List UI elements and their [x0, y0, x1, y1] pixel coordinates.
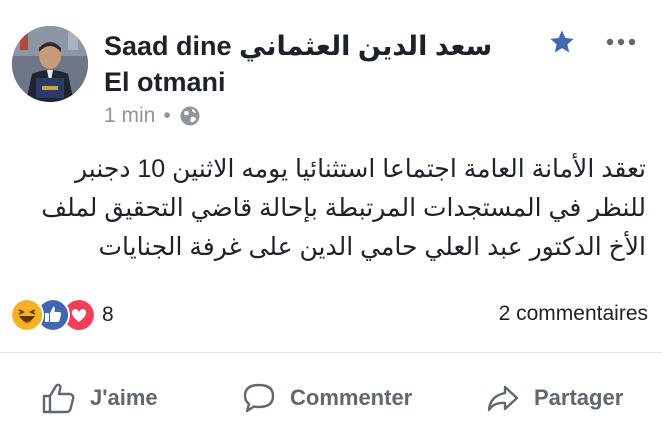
avatar-photo — [12, 26, 88, 102]
comment-button[interactable]: Commenter — [240, 372, 412, 424]
post-meta: 1 min • — [104, 104, 201, 128]
post-body-line: الأخ الدكتور عبد العلي حامي الدين على غر… — [98, 233, 646, 261]
comment-bubble-icon — [243, 383, 275, 413]
like-label: J'aime — [90, 385, 158, 410]
avatar[interactable] — [12, 26, 88, 102]
comments-count-link[interactable]: 2 commentaires — [499, 302, 648, 326]
globe-icon[interactable] — [179, 105, 201, 127]
thumbs-up-icon — [42, 383, 75, 414]
share-label: Partager — [534, 385, 624, 410]
share-button[interactable]: Partager — [484, 372, 623, 424]
like-button[interactable]: J'aime — [40, 372, 158, 424]
comment-label: Commenter — [290, 385, 413, 410]
post-body: تعقد الأمانة العامة اجتماعا استثنائيا يو… — [16, 150, 646, 267]
share-arrow-icon — [487, 385, 519, 412]
author-name[interactable]: سعد الدين العثماني Saad dine El otmani — [104, 28, 524, 100]
post-body-line: للنظر في المستجدات المرتبطة بإحالة قاضي … — [41, 194, 646, 222]
more-options-icon[interactable] — [604, 30, 638, 54]
post-timestamp[interactable]: 1 min — [104, 104, 155, 128]
haha-icon — [10, 298, 44, 332]
meta-separator: • — [163, 104, 171, 127]
divider — [0, 352, 662, 353]
action-bar: J'aime Commenter Partager — [0, 372, 662, 424]
reaction-count: 8 — [102, 303, 114, 326]
post-body-line: تعقد الأمانة العامة اجتماعا استثنائيا يو… — [74, 155, 646, 183]
reactions-summary[interactable]: 8 — [10, 298, 114, 332]
star-icon[interactable] — [548, 28, 576, 56]
